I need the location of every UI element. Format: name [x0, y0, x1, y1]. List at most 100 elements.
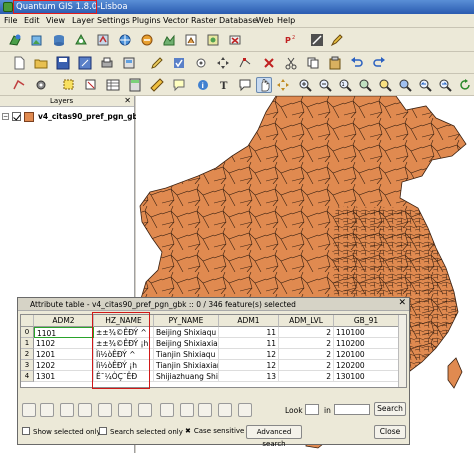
column-header[interactable]: ADM1 — [219, 315, 279, 327]
table-cell[interactable]: 13 — [219, 371, 279, 382]
field-calculator-icon[interactable] — [128, 78, 142, 92]
search-button[interactable]: Search — [374, 402, 406, 416]
table-cell[interactable]: 11 — [219, 327, 279, 338]
add-wms-layer-icon[interactable] — [118, 33, 132, 47]
table-cell[interactable]: Tianjin Shixiaqu — [154, 349, 219, 360]
delete-selected-icon[interactable] — [262, 56, 276, 70]
digitize-icon[interactable] — [12, 78, 26, 92]
menu-web[interactable]: Web — [256, 16, 273, 25]
cut-features-icon[interactable] — [284, 56, 298, 70]
add-mssql-layer-icon[interactable] — [96, 33, 110, 47]
pan-map-icon[interactable] — [256, 77, 272, 93]
add-wfs-layer-icon[interactable] — [162, 33, 176, 47]
add-spatialite-layer-icon[interactable] — [74, 33, 88, 47]
delete-selected-icon[interactable] — [180, 403, 194, 417]
table-cell[interactable]: 110100 — [334, 327, 399, 338]
column-header[interactable]: ADM2 — [34, 315, 94, 327]
show-selected-only-checkbox[interactable]: Show selected only — [22, 427, 101, 436]
zoom-to-selection-icon[interactable] — [378, 78, 392, 92]
table-cell[interactable]: 2 — [279, 327, 334, 338]
undo-icon[interactable] — [350, 56, 364, 70]
zoom-in-icon[interactable] — [298, 78, 312, 92]
remove-layer-icon[interactable] — [228, 33, 242, 47]
toggle-editing-icon[interactable] — [150, 56, 164, 70]
text-annotation-icon[interactable]: T — [218, 78, 232, 92]
table-cell[interactable]: 1201 — [34, 349, 94, 360]
look-for-input[interactable] — [305, 404, 319, 415]
new-project-icon[interactable] — [12, 56, 26, 70]
table-cell[interactable]: 110200 — [334, 338, 399, 349]
layer-visibility-checkbox[interactable] — [12, 112, 21, 121]
open-attribute-table-icon[interactable] — [106, 78, 120, 92]
print-composer-icon[interactable] — [100, 56, 114, 70]
menu-file[interactable]: File — [4, 16, 17, 25]
zoom-actual-size-icon[interactable]: 1 — [338, 78, 352, 92]
add-vector-layer-icon[interactable] — [8, 33, 22, 47]
remove-selection-icon[interactable] — [22, 403, 36, 417]
zoom-next-icon[interactable] — [438, 78, 452, 92]
table-cell[interactable]: 12 — [219, 349, 279, 360]
plugin-icon[interactable] — [310, 33, 324, 47]
menu-layer[interactable]: Layer — [72, 16, 94, 25]
menu-view[interactable]: View — [46, 16, 65, 25]
save-edits-icon[interactable] — [172, 56, 186, 70]
table-cell[interactable]: Beijing Shixiaxian — [154, 338, 219, 349]
toggle-editing-icon[interactable] — [160, 403, 174, 417]
close-button[interactable]: Close — [374, 425, 406, 439]
table-cell[interactable]: 120100 — [334, 349, 399, 360]
add-feature-icon[interactable] — [194, 56, 208, 70]
paste-features-icon[interactable] — [328, 56, 342, 70]
save-as-icon[interactable] — [78, 56, 92, 70]
table-cell[interactable]: 1301 — [34, 371, 94, 382]
table-cell[interactable]: 2 — [279, 338, 334, 349]
pan-to-selection-icon[interactable] — [276, 78, 290, 92]
table-cell[interactable]: 1202 — [34, 360, 94, 371]
close-icon[interactable]: ✕ — [124, 96, 131, 105]
close-icon[interactable]: ✕ — [398, 298, 406, 308]
edit-tool-icon[interactable] — [330, 33, 344, 47]
copy-features-icon[interactable] — [306, 56, 320, 70]
measure-icon[interactable] — [150, 78, 164, 92]
table-cell[interactable]: 130100 — [334, 371, 399, 382]
vertical-scrollbar[interactable] — [398, 315, 406, 387]
menu-raster[interactable]: Raster — [191, 16, 217, 25]
table-cell[interactable]: 11 — [219, 338, 279, 349]
map-tips-icon[interactable] — [172, 78, 186, 92]
composer-manager-icon[interactable] — [122, 56, 136, 70]
move-selection-top-icon[interactable] — [78, 403, 92, 417]
open-project-icon[interactable] — [34, 56, 48, 70]
column-header[interactable]: PY_NAME — [154, 315, 219, 327]
table-cell[interactable]: Tianjin Shixiaxian — [154, 360, 219, 371]
delete-column-icon[interactable] — [218, 403, 232, 417]
zoom-out-icon[interactable] — [318, 78, 332, 92]
layer-item[interactable]: − v4_citas90_pref_pgn_gbk — [2, 111, 143, 123]
menu-help[interactable]: Help — [277, 16, 295, 25]
table-cell[interactable]: 2 — [279, 349, 334, 360]
search-selected-only-checkbox[interactable]: Search selected only — [99, 427, 183, 436]
attribute-grid[interactable]: ADM2 HZ_NAME PY_NAME ADM1 ADM_LVL GB_91 … — [20, 314, 407, 388]
row-header[interactable]: 3 — [21, 360, 34, 371]
save-project-icon[interactable] — [56, 56, 70, 70]
advanced-search-button[interactable]: Advanced search — [246, 425, 302, 448]
search-column-select[interactable] — [334, 404, 370, 415]
table-cell[interactable]: 2 — [279, 360, 334, 371]
identify-icon[interactable]: i — [196, 78, 210, 92]
new-spatialite-layer-icon[interactable] — [206, 33, 220, 47]
menu-settings[interactable]: Settings — [97, 16, 130, 25]
annotation-icon[interactable] — [238, 78, 252, 92]
redo-icon[interactable] — [372, 56, 386, 70]
node-tool-icon[interactable] — [238, 56, 252, 70]
row-header[interactable]: 0 — [21, 327, 34, 338]
table-cell[interactable]: Shijiazhuang Shi — [154, 371, 219, 382]
column-header[interactable]: ADM_LVL — [279, 315, 334, 327]
table-cell[interactable]: Beijing Shixiaqu — [154, 327, 219, 338]
gear-icon[interactable] — [34, 78, 48, 92]
add-wcs-layer-icon[interactable] — [140, 33, 154, 47]
deselect-features-icon[interactable] — [84, 78, 98, 92]
pan-selected-icon[interactable] — [138, 403, 152, 417]
table-cell[interactable]: 1101 — [34, 327, 94, 338]
copy-selected-icon[interactable] — [98, 403, 112, 417]
select-all-icon[interactable] — [40, 403, 54, 417]
move-feature-icon[interactable] — [216, 56, 230, 70]
row-header[interactable]: 4 — [21, 371, 34, 382]
